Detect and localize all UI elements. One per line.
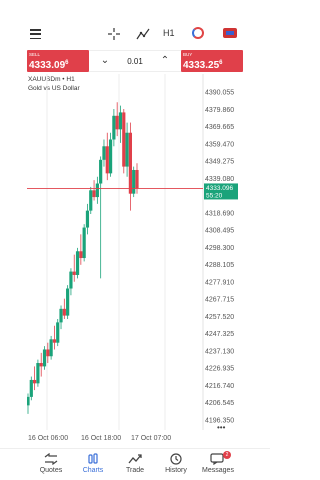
nav-charts[interactable]: Charts (71, 452, 115, 478)
buy-price: 4333.256 (183, 60, 223, 71)
nav-trade[interactable]: Trade (113, 452, 157, 478)
y-tick-label: 4339.080 (205, 176, 234, 183)
y-tick-label: 4288.105 (205, 262, 234, 269)
countdown-label: 55:20 (206, 192, 223, 199)
nav-trade-label: Trade (125, 467, 145, 474)
nav-messages-label: Messages (202, 467, 234, 474)
y-tick-label: 4359.470 (205, 141, 234, 148)
y-tick-label: 4369.665 (205, 124, 234, 131)
top-toolbar: H1 (0, 0, 270, 48)
candle-body (118, 112, 123, 130)
y-tick-label: 4318.690 (205, 210, 234, 217)
candle-body (49, 339, 53, 357)
candle-body (46, 349, 50, 357)
candle-body (102, 146, 106, 160)
candle-body (125, 132, 129, 167)
y-tick-label: 4308.495 (205, 228, 234, 235)
y-tick-label: 4267.715 (205, 297, 234, 304)
messages-icon: 2 (196, 451, 240, 465)
x-tick-label: 17 Oct 07:00 (131, 435, 171, 442)
y-tick-label: 4257.520 (205, 314, 234, 321)
current-price-label: 4333.096 (206, 185, 233, 192)
charts-icon (71, 452, 115, 465)
x-tick-label: 16 Oct 18:00 (81, 435, 121, 442)
candle-body (29, 379, 33, 397)
messages-badge: 2 (223, 451, 231, 459)
candle-body (105, 146, 109, 174)
candle-body (132, 169, 136, 194)
chart-style-icon[interactable] (192, 27, 204, 39)
indicators-icon[interactable] (136, 27, 150, 41)
nav-history-label: History (165, 467, 187, 474)
candle-body (42, 349, 47, 367)
candle-body (79, 251, 83, 259)
candle-body (115, 115, 119, 130)
candle-body (85, 210, 90, 228)
candle-body (56, 322, 60, 343)
nav-quotes[interactable]: Quotes (29, 452, 73, 478)
candle-body (122, 112, 126, 167)
y-tick-label: 4237.130 (205, 348, 234, 355)
candle-body (108, 139, 113, 174)
candle-body (59, 308, 63, 323)
chevron-up-icon[interactable]: ⌃ (159, 55, 171, 67)
candle-body (52, 339, 57, 343)
candle-body (75, 251, 80, 275)
candle-body (66, 288, 70, 316)
candle-body (27, 396, 30, 406)
y-tick-label: 4298.300 (205, 245, 234, 252)
candle-body (92, 190, 96, 198)
candle-body (33, 379, 37, 384)
y-tick-label: 4226.935 (205, 366, 234, 373)
lot-size-control: ⌄ 0.01 ⌃ (89, 50, 181, 72)
sell-button[interactable]: SELL 4333.096 (27, 50, 89, 72)
trade-icon (113, 452, 157, 465)
y-tick-label: 4277.910 (205, 279, 234, 286)
flag-icon[interactable] (223, 28, 237, 38)
y-tick-label: 4206.545 (205, 400, 234, 407)
nav-history[interactable]: History (154, 452, 198, 478)
candle-body (89, 190, 93, 211)
price-chart[interactable]: 4390.055 4379.860 4369.665 4359.470 4349.275… (27, 74, 270, 442)
y-tick-label: 4379.860 (205, 107, 234, 114)
crosshair-icon[interactable] (107, 27, 121, 41)
nav-charts-label: Charts (82, 467, 104, 474)
sell-price: 4333.096 (29, 60, 69, 71)
nav-quotes-label: Quotes (39, 467, 63, 474)
candle-body (82, 227, 86, 259)
y-tick-label: 4216.740 (205, 383, 234, 390)
candle-body (72, 271, 76, 275)
more-dots-icon: ••• (217, 423, 226, 432)
candle-body (112, 115, 116, 140)
y-tick-label: 4390.055 (205, 90, 234, 97)
y-tick-label: 4349.275 (205, 159, 234, 166)
buy-button[interactable]: BUY 4333.256 (181, 50, 243, 72)
candle-body (36, 363, 40, 384)
candle-body (99, 159, 103, 184)
candle-body (62, 308, 66, 316)
menu-icon[interactable] (27, 29, 43, 39)
candle-body (135, 169, 139, 189)
candle-body (39, 363, 43, 367)
candle-body (95, 183, 99, 198)
candle-body (128, 132, 132, 194)
y-tick-label: 4247.325 (205, 331, 234, 338)
timeframe-button[interactable]: H1 (163, 28, 175, 38)
candle-body (69, 271, 73, 289)
nav-messages[interactable]: 2 Messages (196, 451, 240, 478)
history-icon (154, 452, 198, 465)
x-tick-label: 16 Oct 06:00 (28, 435, 68, 442)
quotes-icon (29, 452, 73, 465)
